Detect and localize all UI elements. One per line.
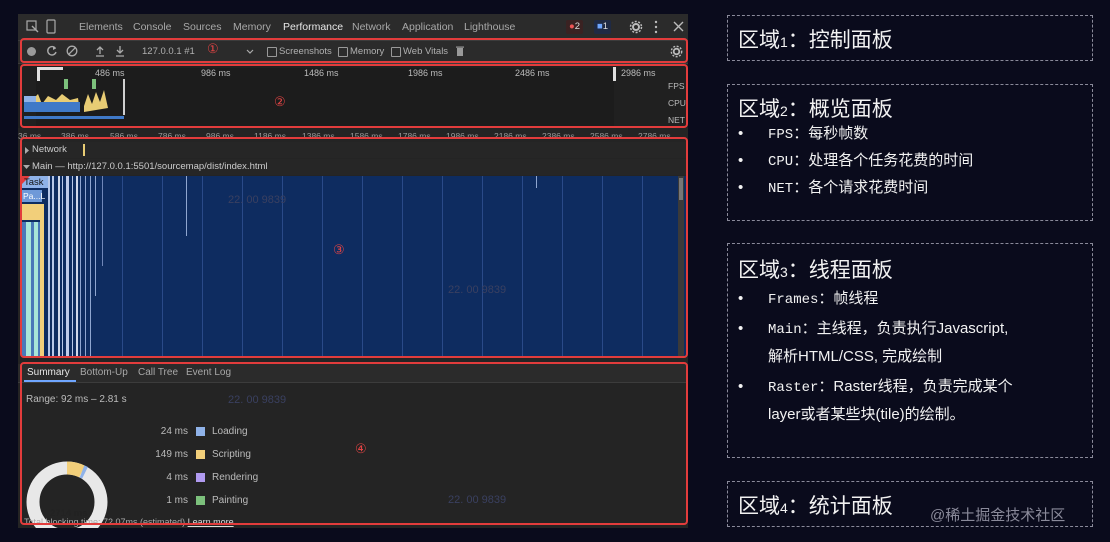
tab-network[interactable]: Network bbox=[352, 21, 391, 33]
tab-sources[interactable]: Sources bbox=[183, 21, 222, 33]
more-options-icon[interactable] bbox=[653, 20, 659, 34]
region-4-highlight bbox=[20, 362, 688, 525]
tab-elements[interactable]: Elements bbox=[79, 21, 123, 33]
panel-3-title: 区域3：线程面板 bbox=[738, 259, 893, 282]
panel-region-3: 区域3：线程面板 • Frames：帧线程 • Main：主线程，负责执行Javas… bbox=[727, 243, 1093, 458]
tab-lighthouse[interactable]: Lighthouse bbox=[464, 21, 515, 33]
region-2-marker: ② bbox=[274, 94, 286, 109]
region-1-marker: ① bbox=[207, 41, 219, 56]
panel-1-title: 区域1：控制面板 bbox=[738, 29, 893, 52]
region-3-highlight bbox=[20, 137, 688, 358]
tab-application[interactable]: Application bbox=[402, 21, 453, 33]
tab-console[interactable]: Console bbox=[133, 21, 172, 33]
close-icon[interactable] bbox=[673, 21, 684, 32]
region-2-highlight bbox=[20, 64, 688, 128]
site-watermark: @稀土掘金技术社区 bbox=[930, 507, 1066, 524]
device-toolbar-icon[interactable] bbox=[45, 19, 57, 34]
tab-memory[interactable]: Memory bbox=[233, 21, 271, 33]
panel-region-1: 区域1：控制面板 bbox=[727, 15, 1093, 61]
region-4-marker: ④ bbox=[355, 441, 367, 456]
region-3-marker: ③ bbox=[333, 242, 345, 257]
devtools-tab-bar: Elements Console Sources Memory Performa… bbox=[18, 14, 688, 41]
region-1-highlight bbox=[20, 38, 688, 63]
panel-4-title: 区域4：统计面板 bbox=[738, 495, 893, 518]
panel-region-2: 区域2：概览面板 • FPS：每秒帧数 • CPU：处理各个任务花费的时间 • NET… bbox=[727, 84, 1093, 221]
error-count-badge[interactable]: ●2 bbox=[566, 20, 584, 34]
message-count-badge[interactable]: ■1 bbox=[594, 20, 612, 34]
settings-gear-icon[interactable] bbox=[629, 20, 643, 34]
tab-performance[interactable]: Performance bbox=[283, 21, 343, 33]
inspect-element-icon[interactable] bbox=[26, 20, 39, 33]
panel-2-title: 区域2：概览面板 bbox=[738, 98, 893, 121]
